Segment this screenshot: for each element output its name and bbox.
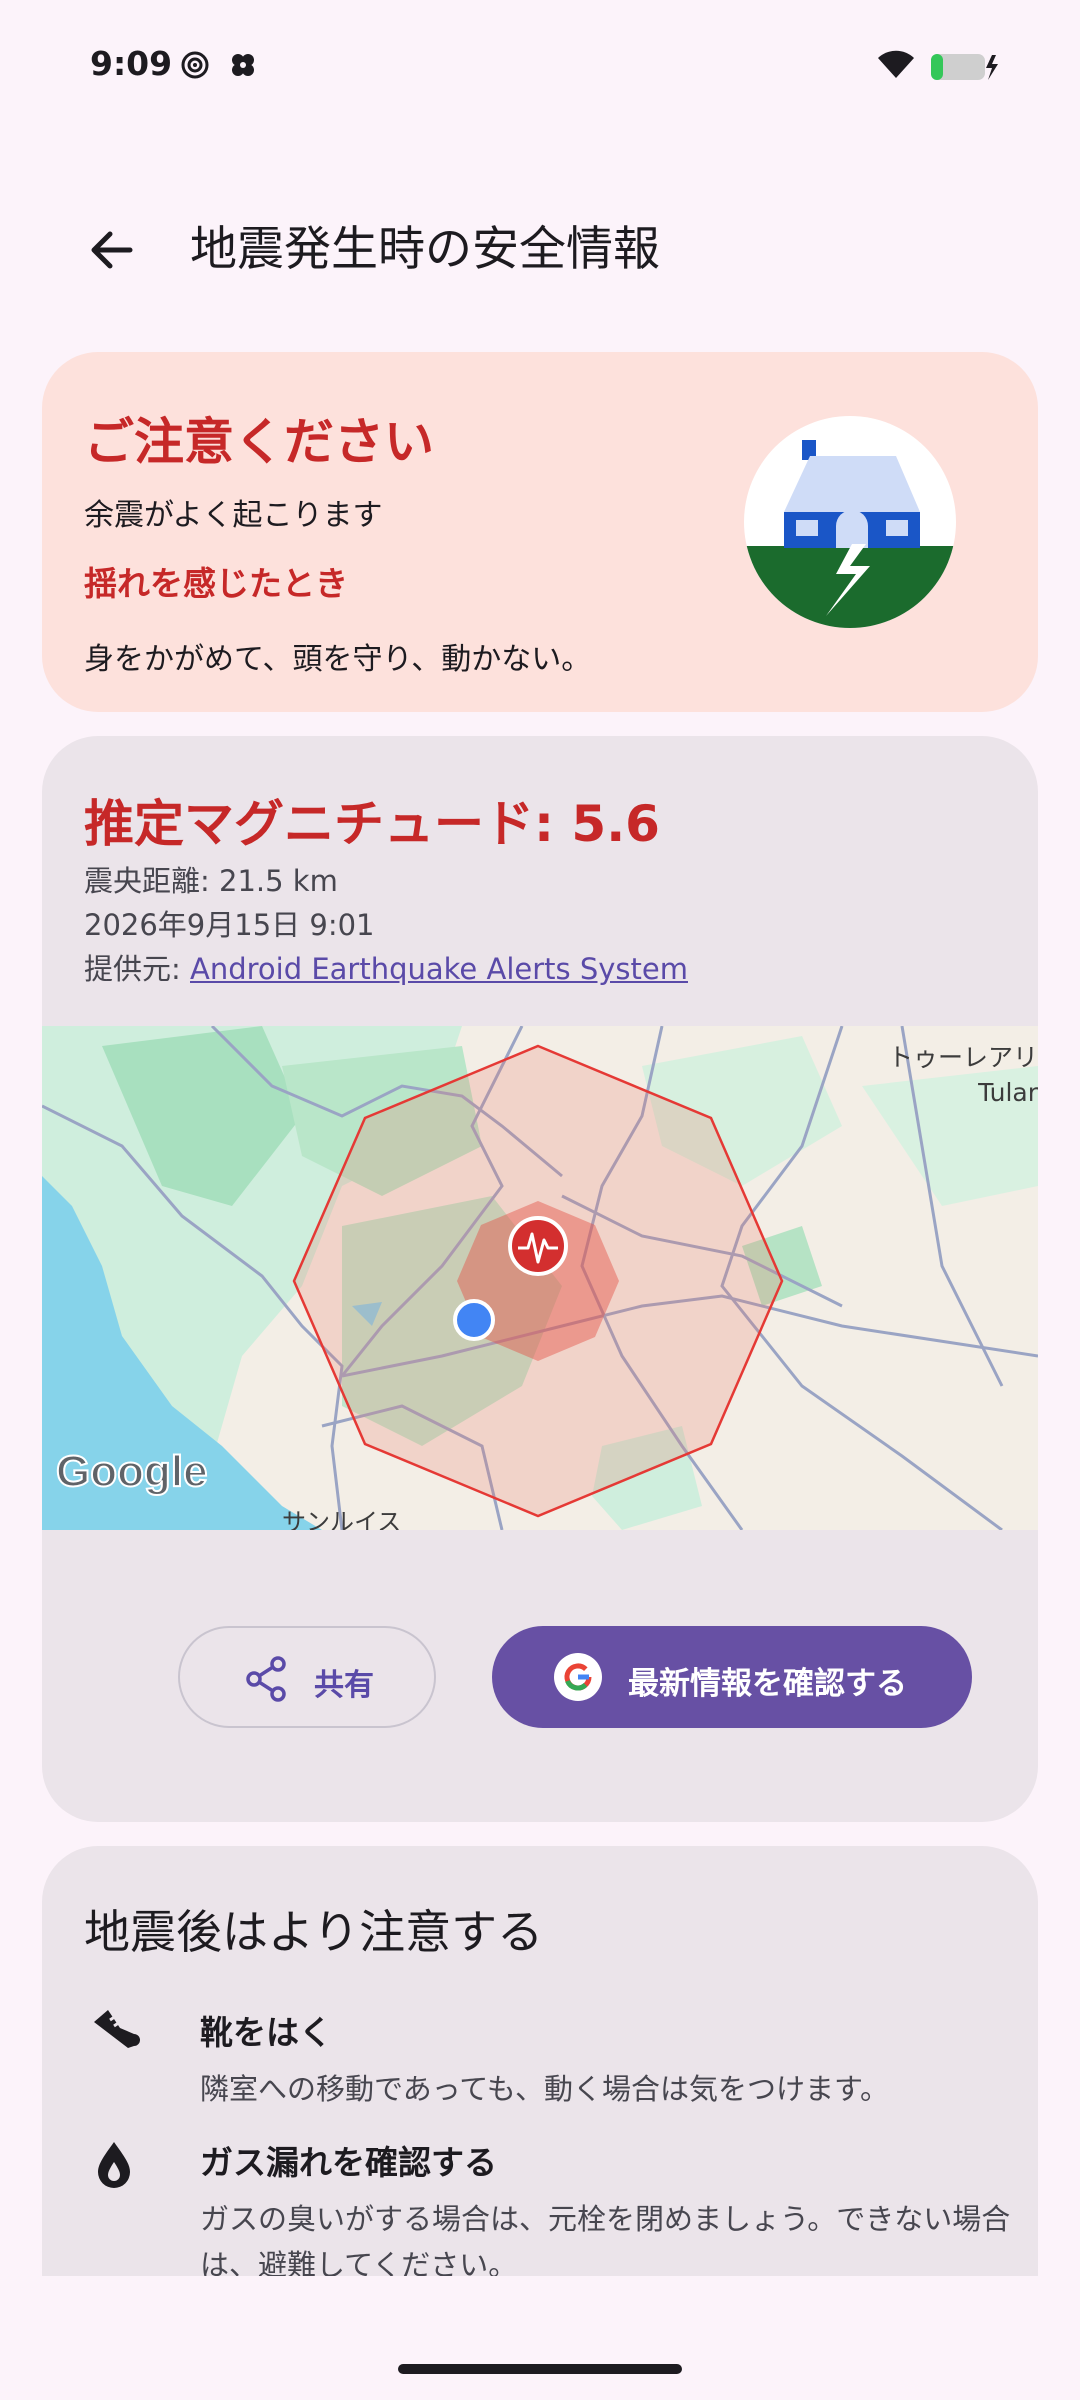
map-bottom-label: サンルイス — [282, 1508, 401, 1530]
app-bar: 地震発生時の安全情報 — [0, 190, 1080, 310]
provider-label: 提供元: — [84, 952, 190, 986]
item-gas-desc: ガスの臭いがする場合は、元栓を閉めましょう。できない場合は、避難してください。 — [200, 2202, 1011, 2276]
quake-datetime: 2026年9月15日 9:01 — [84, 908, 375, 942]
battery-charging-icon — [930, 52, 1000, 86]
warning-instruction: 身をかがめて、頭を守り、動かない。 — [84, 642, 592, 677]
provider-line: 提供元: Android Earthquake Alerts System — [84, 946, 688, 988]
house-quake-illustration-icon — [744, 416, 956, 628]
share-icon — [244, 1656, 288, 1706]
check-latest-label: 最新情報を確認する — [628, 1666, 907, 1702]
map-city-jp: トゥーレアリ — [888, 1043, 1038, 1072]
shoe-icon — [90, 2006, 140, 2056]
provider-link[interactable]: Android Earthquake Alerts System — [190, 952, 688, 986]
map-city-en: Tular — [977, 1078, 1038, 1107]
page-title: 地震発生時の安全情報 — [190, 222, 660, 277]
map-canvas: トゥーレアリ Tular サンルイス Google — [42, 1024, 1038, 1536]
back-button[interactable] — [82, 220, 152, 280]
after-quake-card: 地震後はより注意する 靴をはく 隣室への移動であっても、動く場合は気をつけます。… — [42, 1846, 1038, 2276]
item-gas-title: ガス漏れを確認する — [200, 2143, 497, 2182]
item-shoes-desc: 隣室への移動であっても、動く場合は気をつけます。 — [200, 2072, 890, 2106]
gas-drop-icon — [94, 2140, 134, 2192]
warning-subtitle: 余震がよく起こります — [84, 498, 383, 533]
google-g-icon — [554, 1653, 602, 1701]
item-shoes-title: 靴をはく — [200, 2013, 332, 2052]
warning-subheading: 揺れを感じたとき — [84, 564, 348, 603]
user-location-dot — [453, 1299, 495, 1341]
pinwheel-notification-icon — [228, 50, 258, 84]
epicenter-marker-icon — [508, 1216, 568, 1276]
epicenter-distance: 震央距離: 21.5 km — [84, 864, 338, 898]
arrow-back-icon — [91, 231, 133, 269]
warning-heading: ご注意ください — [84, 413, 434, 471]
google-logo: Google — [56, 1447, 208, 1496]
magnitude-heading: 推定マグニチュード: 5.6 — [84, 795, 660, 853]
quake-map[interactable]: トゥーレアリ Tular サンルイス Google — [42, 1024, 1038, 1536]
check-latest-button[interactable]: 最新情報を確認する — [492, 1626, 972, 1728]
warning-card: ご注意ください 余震がよく起こります 揺れを感じたとき 身をかがめて、頭を守り、… — [42, 352, 1038, 712]
status-bar: 9:09 — [0, 0, 1080, 130]
share-button[interactable]: 共有 — [178, 1626, 436, 1728]
spiral-notification-icon — [180, 50, 210, 84]
after-heading: 地震後はより注意する — [84, 1905, 544, 1959]
quake-info-card: 推定マグニチュード: 5.6 震央距離: 21.5 km 2026年9月15日 … — [42, 736, 1038, 1822]
status-time: 9:09 — [90, 44, 173, 83]
home-gesture-bar[interactable] — [398, 2364, 682, 2374]
wifi-icon — [876, 48, 916, 84]
share-button-label: 共有 — [314, 1668, 374, 1703]
